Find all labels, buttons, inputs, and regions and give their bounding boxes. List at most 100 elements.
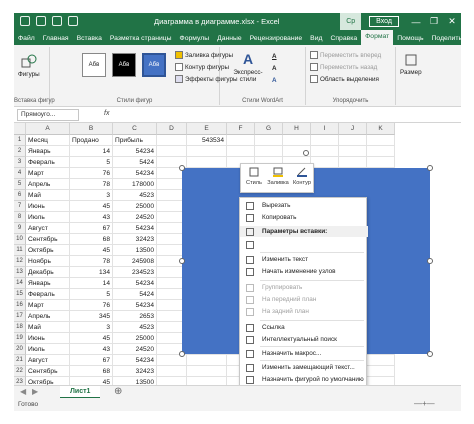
header-cell[interactable]: Прибыль [113,135,157,146]
express-styles-button[interactable]: A Экспресс-стили [230,51,266,83]
cell[interactable]: Апрель [26,311,70,322]
cell[interactable] [311,135,339,146]
cell[interactable]: 24520 [113,212,157,223]
cell[interactable]: 543534 [187,135,227,146]
mini-outline-button[interactable]: Контур [290,166,314,186]
text-fill-button[interactable]: A [272,53,277,60]
cell[interactable]: Сентябрь [26,234,70,245]
name-box[interactable]: Прямоуго... [17,109,79,121]
rotation-handle[interactable] [303,150,309,156]
column-header-D[interactable]: D [157,123,187,135]
menu-item-macro[interactable]: Назначить макрос... [240,348,368,359]
cell[interactable]: Март [26,168,70,179]
cell[interactable]: Август [26,355,70,366]
tab-help[interactable]: Справка [326,35,361,45]
row-header[interactable]: 8 [14,212,26,223]
size-button[interactable]: Размер [400,53,422,76]
cell[interactable]: 32423 [113,234,157,245]
minimize-button[interactable]: — [407,17,425,27]
sign-in-button[interactable]: Вход [369,16,399,27]
text-effects-button[interactable]: A [272,77,277,84]
resize-handle-nw[interactable] [179,165,185,171]
cell[interactable] [227,135,255,146]
cell[interactable]: 54234 [113,223,157,234]
send-backward-button[interactable]: Переместить назад [310,63,377,71]
row-header[interactable]: 13 [14,267,26,278]
cell[interactable]: 67 [70,223,113,234]
cell[interactable]: Апрель [26,179,70,190]
sheet-nav-left-icon[interactable]: ◀ [20,387,26,396]
row-header[interactable]: 6 [14,190,26,201]
cell[interactable]: 234523 [113,267,157,278]
row-header[interactable]: 12 [14,256,26,267]
row-header[interactable]: 17 [14,311,26,322]
mini-style-button[interactable]: Стиль [242,166,266,186]
row-header[interactable]: 18 [14,322,26,333]
save-icon[interactable] [20,16,30,26]
cell[interactable]: 68 [70,366,113,377]
row-header[interactable]: 16 [14,300,26,311]
column-header-B[interactable]: B [70,123,113,135]
cell[interactable]: Январь [26,146,70,157]
column-header-I[interactable]: I [311,123,339,135]
column-header-J[interactable]: J [339,123,367,135]
cell[interactable]: 54234 [113,300,157,311]
cell[interactable]: 76 [70,168,113,179]
cell[interactable] [311,157,339,168]
cell[interactable]: Январь [26,278,70,289]
column-header-C[interactable]: C [113,123,157,135]
style-preset-2[interactable]: Абв [112,53,136,77]
cell[interactable]: 24520 [113,344,157,355]
cell[interactable] [367,355,395,366]
cell[interactable]: 54234 [113,168,157,179]
bring-forward-button[interactable]: Переместить вперед [310,51,381,59]
cell[interactable]: 54234 [113,355,157,366]
cell[interactable] [187,146,227,157]
row-header[interactable]: 4 [14,168,26,179]
cell[interactable]: 5424 [113,157,157,168]
cell[interactable] [255,146,283,157]
tab-format[interactable]: Формат [361,30,394,45]
style-preset-1[interactable]: Абв [82,53,106,77]
tab-review[interactable]: Рецензирование [246,35,306,45]
sheet-nav-right-icon[interactable]: ▶ [32,387,38,396]
row-header[interactable]: 11 [14,245,26,256]
tab-page-layout[interactable]: Разметка страницы [106,35,176,45]
cell[interactable]: 25000 [113,201,157,212]
row-header[interactable]: 7 [14,201,26,212]
cell[interactable] [187,157,227,168]
cell[interactable]: 45 [70,245,113,256]
cell[interactable]: Декабрь [26,267,70,278]
row-header[interactable]: 20 [14,344,26,355]
cell[interactable]: 3 [70,190,113,201]
resize-handle-w[interactable] [179,258,185,264]
column-header-K[interactable]: K [367,123,395,135]
cell[interactable] [367,157,395,168]
undo-icon[interactable] [36,16,46,26]
column-header-G[interactable]: G [255,123,283,135]
row-header[interactable]: 9 [14,223,26,234]
cell[interactable]: 32423 [113,366,157,377]
cell[interactable]: 54234 [113,146,157,157]
row-header[interactable]: 19 [14,333,26,344]
cell[interactable]: 25000 [113,333,157,344]
cell[interactable]: 76 [70,300,113,311]
cell[interactable]: 3 [70,322,113,333]
cell[interactable]: Ноябрь [26,256,70,267]
row-header[interactable]: 2 [14,146,26,157]
cell[interactable] [283,135,311,146]
cell[interactable]: 43 [70,212,113,223]
header-cell[interactable]: Месяц [26,135,70,146]
column-header-E[interactable]: E [187,123,227,135]
cell[interactable] [367,135,395,146]
tab-home[interactable]: Главная [39,35,73,45]
add-sheet-icon[interactable]: ⊕ [114,386,122,397]
cell[interactable]: Июнь [26,333,70,344]
cell[interactable]: 4523 [113,322,157,333]
cell[interactable]: Май [26,322,70,333]
cell[interactable]: 5 [70,289,113,300]
menu-item-nodes[interactable]: Начать изменение узлов [240,266,368,277]
cell[interactable]: 134 [70,267,113,278]
cell[interactable] [367,366,395,377]
cell[interactable]: 67 [70,355,113,366]
